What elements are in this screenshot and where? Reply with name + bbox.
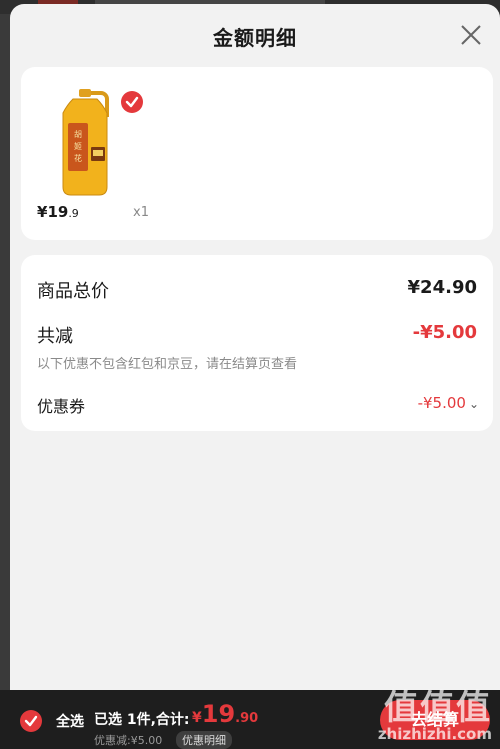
select-all-check-icon[interactable] xyxy=(20,710,42,732)
discount-line: 优惠减:¥5.00 xyxy=(94,734,163,747)
total-reduce-value: -¥5.00 xyxy=(412,322,477,343)
total-price-value: ¥24.90 xyxy=(407,277,477,298)
reduce-note: 以下优惠不包含红包和京豆，请在结算页查看 xyxy=(37,357,298,372)
total-decimal: .90 xyxy=(235,711,259,726)
oil-bottle-image[interactable]: 胡 姬 花 xyxy=(59,87,119,197)
total-reduce-label: 共减 xyxy=(37,326,73,347)
svg-text:姬: 姬 xyxy=(74,141,82,151)
total-main: 19 xyxy=(201,700,236,728)
total-currency: ¥ xyxy=(192,710,202,726)
svg-text:胡: 胡 xyxy=(74,129,82,139)
price-currency: ¥ xyxy=(37,203,48,221)
select-all-label[interactable]: 全选 xyxy=(56,711,84,731)
chevron-down-icon: ⌄ xyxy=(468,397,479,411)
product-card: 胡 姬 花 ¥19.9 x1 xyxy=(21,67,493,240)
watermark-url: zhizhizhi.com xyxy=(377,725,492,743)
coupon-value: -¥5.00 xyxy=(417,394,466,412)
svg-text:花: 花 xyxy=(74,153,82,163)
discount-detail-button[interactable]: 优惠明细 xyxy=(176,731,232,749)
product-quantity: x1 xyxy=(133,205,149,220)
coupon-label: 优惠券 xyxy=(37,397,86,416)
watermark-logo: 值值值 xyxy=(384,688,492,728)
price-summary-card: 商品总价 ¥24.90 共减 -¥5.00 以下优惠不包含红包和京豆，请在结算页… xyxy=(21,255,493,431)
amount-detail-sheet: 金额明细 胡 姬 花 ¥19.9 x1 商品总价 ¥24.90 共减 -¥5.0… xyxy=(10,4,500,690)
selected-info: 已选 1件,合计: xyxy=(94,712,190,728)
product-price: ¥19.9 xyxy=(37,203,79,221)
total-price-label: 商品总价 xyxy=(37,281,109,302)
bottom-total-price: ¥19.90 xyxy=(192,700,258,728)
close-icon[interactable] xyxy=(460,24,482,46)
product-check-icon[interactable] xyxy=(121,91,143,113)
price-main: 19 xyxy=(47,203,69,221)
coupon-value-button[interactable]: -¥5.00 ⌄ xyxy=(418,394,479,412)
watermark: 值值值 zhizhizhi.com xyxy=(378,691,492,743)
sheet-title: 金额明细 xyxy=(213,26,297,50)
price-decimal: .9 xyxy=(68,207,79,220)
